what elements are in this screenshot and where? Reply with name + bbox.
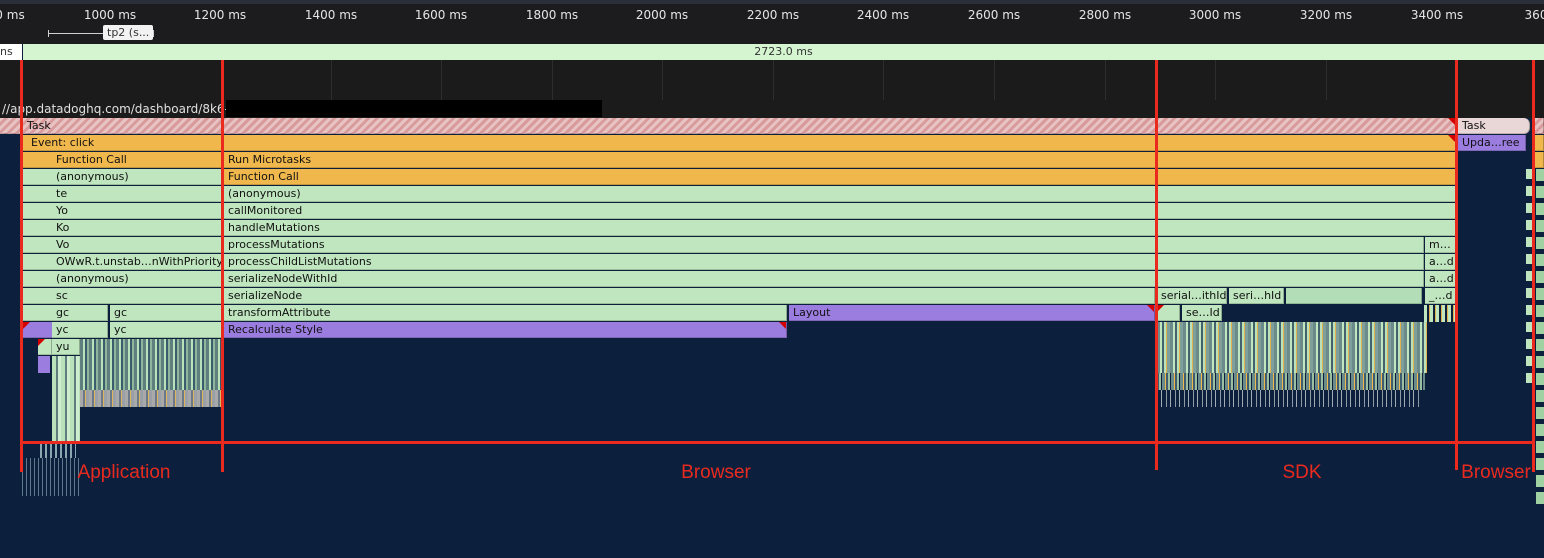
flame-event[interactable] [1535, 135, 1544, 151]
phase-divider [1455, 60, 1458, 470]
deep-stack-right[interactable] [1424, 305, 1456, 322]
tick-label: 1800 ms [525, 8, 579, 22]
duration-left-label: ns [0, 44, 22, 60]
flame-event-task[interactable]: Task [23, 118, 1456, 134]
flame-event[interactable] [1157, 305, 1180, 321]
deep-stack-sdk[interactable] [1157, 373, 1425, 390]
tick-label: 1200 ms [193, 8, 247, 22]
recalculate-style-event[interactable]: Recalculate Style [224, 322, 787, 338]
tick-label: 2000 ms [635, 8, 689, 22]
browser-frame[interactable]: handleMutations [224, 220, 1456, 236]
tick-label: 1600 ms [414, 8, 468, 22]
deep-stack-app[interactable] [22, 458, 80, 496]
flame-event-update[interactable]: Upda…ree [1458, 135, 1526, 151]
flame-chart[interactable]: Task Task Event: click Upda…ree Function… [0, 118, 1544, 558]
main-thread-url: //app.datadoghq.com/dashboard/8k6-e [2, 102, 237, 116]
small-frame[interactable]: a…d [1425, 254, 1456, 270]
browser-frame[interactable]: callMonitored [224, 203, 1456, 219]
sdk-frame[interactable]: serial…ithId [1157, 288, 1227, 304]
flame-event[interactable] [1535, 152, 1544, 168]
app-frame[interactable]: Vo [52, 237, 222, 253]
sdk-frame[interactable]: seri…hId [1229, 288, 1284, 304]
phase-divider [221, 60, 224, 472]
flame-event[interactable] [23, 322, 53, 338]
flame-event[interactable] [0, 118, 22, 134]
flame-event[interactable] [23, 271, 53, 287]
flame-event[interactable] [23, 237, 53, 253]
flame-event[interactable] [23, 305, 53, 321]
tick-label: 2600 ms [967, 8, 1021, 22]
phase-divider [1155, 60, 1158, 470]
browser-frame[interactable]: Run Microtasks [224, 152, 1456, 168]
tick-label: 1400 ms [304, 8, 358, 22]
app-frame-sub[interactable]: gc [110, 305, 222, 321]
browser-frame[interactable]: Function Call [224, 169, 1456, 185]
tick-label: 3400 ms [1410, 8, 1464, 22]
deep-stack-app[interactable] [80, 390, 222, 407]
time-ruler[interactable]: 0 ms 1000 ms 1200 ms 1400 ms 1600 ms 180… [0, 0, 1544, 44]
app-frame[interactable]: Ko [52, 220, 222, 236]
app-frame[interactable]: (anonymous) [52, 169, 222, 185]
browser-frame[interactable]: processMutations [224, 237, 1424, 253]
flame-event[interactable] [23, 254, 53, 270]
layout-event[interactable]: Layout [789, 305, 1155, 321]
network-track [0, 60, 1544, 100]
app-frame[interactable]: (anonymous) [52, 271, 222, 287]
tick-label: 0 ms [0, 8, 25, 22]
app-frame[interactable]: yc [52, 322, 108, 338]
tick-label: 2800 ms [1078, 8, 1132, 22]
browser-frame[interactable]: processChildListMutations [224, 254, 1424, 270]
browser-frame[interactable]: serializeNode [224, 288, 1155, 304]
sdk-frame[interactable]: se…Id [1182, 305, 1222, 321]
app-frame[interactable]: gc [52, 305, 108, 321]
flame-event[interactable] [38, 339, 52, 355]
tick-label: 2200 ms [746, 8, 800, 22]
timing-marker-tp2[interactable]: tp2 (s... [103, 25, 154, 40]
small-frame[interactable]: _…d [1425, 288, 1456, 304]
tick-label: 1000 ms [83, 8, 137, 22]
app-frame[interactable]: sc [52, 288, 222, 304]
browser-frame[interactable]: serializeNodeWithId [224, 271, 1424, 287]
app-frame[interactable]: OWwR.t.unstab…nWithPriority [52, 254, 222, 270]
flame-event[interactable] [23, 152, 53, 168]
phase-label-browser: Browser [681, 462, 751, 483]
app-frame[interactable]: te [52, 186, 222, 202]
phase-divider [1532, 60, 1535, 472]
flame-event[interactable] [23, 220, 53, 236]
tick-label: 2400 ms [856, 8, 910, 22]
tick-label: 3000 ms [1188, 8, 1242, 22]
app-frame-sub[interactable]: yc [110, 322, 222, 338]
flame-event[interactable] [23, 169, 53, 185]
flame-event[interactable] [1286, 288, 1422, 304]
flame-event[interactable] [38, 356, 50, 373]
tick-label: 3200 ms [1299, 8, 1353, 22]
deep-stack-right[interactable] [1536, 169, 1544, 509]
flame-event-task-right[interactable]: Task [1458, 118, 1530, 134]
overview-strip [0, 0, 1544, 4]
redaction-box [226, 100, 602, 117]
phase-label-browser-2: Browser [1461, 462, 1531, 483]
phase-baseline [20, 441, 1535, 444]
deep-stack-sdk[interactable] [1157, 322, 1427, 373]
browser-frame[interactable]: (anonymous) [224, 186, 1456, 202]
app-frame[interactable]: Yo [52, 203, 222, 219]
selection-duration[interactable]: 2723.0 ms [23, 44, 1544, 60]
flame-event[interactable] [23, 288, 53, 304]
flame-event[interactable] [23, 203, 53, 219]
deep-stack-app[interactable] [52, 356, 80, 441]
deep-stack-sdk[interactable] [1157, 390, 1422, 407]
phase-divider [20, 60, 23, 472]
small-frame[interactable]: m… [1425, 237, 1456, 253]
small-frame[interactable]: a…d [1425, 271, 1456, 287]
tick-label: 360 [1524, 8, 1544, 22]
phase-label-application: Application [77, 462, 171, 483]
app-frame[interactable]: Function Call [52, 152, 222, 168]
flame-event[interactable] [1535, 118, 1544, 134]
flame-event-click[interactable]: Event: click [23, 135, 1456, 151]
flame-event[interactable] [23, 186, 53, 202]
app-frame[interactable]: yu [52, 339, 80, 355]
browser-frame[interactable]: transformAttribute [224, 305, 787, 321]
phase-label-sdk: SDK [1282, 462, 1322, 483]
